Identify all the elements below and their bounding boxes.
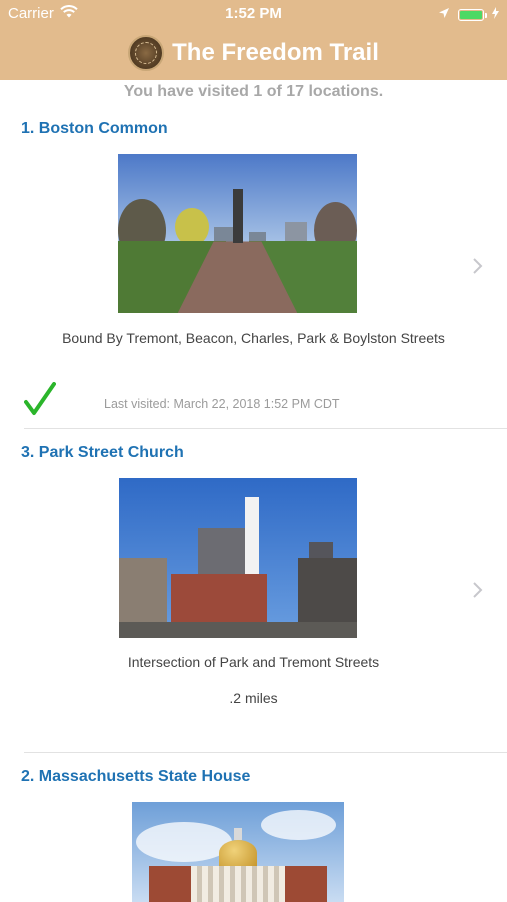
app-header: Carrier 1:52 PM The Freedom Trail	[0, 0, 507, 80]
location-title[interactable]: 2. Massachusetts State House	[21, 768, 250, 786]
cell-divider	[24, 752, 507, 753]
last-visited-label: Last visited: March 22, 2018 1:52 PM CDT	[104, 397, 340, 411]
photo-church	[171, 574, 267, 622]
location-cell-state-house[interactable]: 2. Massachusetts State House	[0, 758, 507, 902]
location-distance: .2 miles	[229, 690, 278, 706]
photo-cloud	[261, 810, 336, 840]
photo-lantern	[233, 828, 243, 840]
battery-level	[460, 10, 482, 19]
nav-title: The Freedom Trail	[172, 39, 379, 66]
battery-icon	[458, 8, 487, 21]
location-title[interactable]: 3. Park Street Church	[21, 444, 184, 462]
checkmark-icon	[24, 382, 56, 425]
status-bar: Carrier 1:52 PM	[0, 0, 507, 28]
location-address: Bound By Tremont, Beacon, Charles, Park …	[62, 330, 445, 346]
location-title[interactable]: 1. Boston Common	[21, 120, 168, 138]
chevron-right-icon[interactable]	[473, 254, 483, 280]
status-right	[438, 6, 499, 23]
location-arrow-icon	[438, 6, 450, 23]
chevron-right-icon[interactable]	[473, 578, 483, 604]
photo-dome	[218, 840, 258, 866]
visit-summary: You have visited 1 of 17 locations.	[123, 83, 384, 100]
cell-divider	[24, 428, 507, 429]
photo-columns	[191, 866, 285, 902]
location-address: Intersection of Park and Tremont Streets	[127, 654, 380, 670]
photo-cloud	[136, 822, 232, 862]
photo-statue	[232, 188, 243, 244]
photo-street	[119, 622, 357, 638]
location-photo	[132, 802, 344, 902]
charging-icon	[492, 6, 499, 23]
location-photo	[118, 154, 357, 313]
location-cell-boston-common[interactable]: 1. Boston Common Bound By Tremont, Beaco…	[0, 110, 507, 430]
location-photo	[119, 478, 357, 638]
navigation-bar: The Freedom Trail	[0, 30, 507, 76]
app-seal-logo	[128, 35, 165, 71]
location-cell-park-street-church[interactable]: 3. Park Street Church Intersection of Pa…	[0, 434, 507, 754]
status-time: 1:52 PM	[225, 5, 282, 22]
